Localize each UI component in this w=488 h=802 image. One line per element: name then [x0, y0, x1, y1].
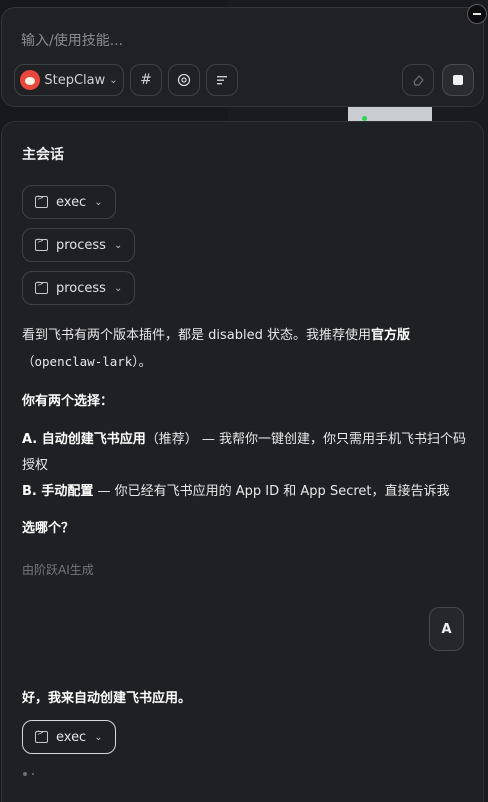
tool-call-exec-active[interactable]: exec ⌄: [22, 720, 116, 754]
stepclaw-avatar-icon: [20, 70, 41, 90]
typing-dot: [32, 773, 34, 775]
option-b-desc: — 你已经有飞书应用的 App ID 和 App Secret，直接告诉我: [93, 484, 450, 499]
input-toolbar: StepClaw ⌄ #: [14, 64, 238, 96]
choices-heading-text: 你有两个选择：: [22, 394, 114, 409]
option-b-label: B. 手动配置: [22, 484, 94, 499]
question-text: 选哪个？: [22, 521, 75, 536]
input-actions: [402, 64, 474, 96]
paragraph-bold: 官方版: [370, 328, 410, 343]
typing-dot: [23, 772, 27, 776]
close-icon[interactable]: [467, 4, 487, 24]
session-title: 主会话: [22, 147, 64, 163]
hash-button[interactable]: #: [130, 64, 162, 96]
terminal-icon: [35, 279, 48, 294]
input-panel: 输入/使用技能... StepClaw ⌄ #: [1, 7, 484, 107]
stop-icon: [453, 75, 463, 85]
assistant-reply-text: 好，我来自动创建飞书应用。: [22, 691, 192, 706]
model-label: StepClaw: [44, 72, 106, 88]
tool-call-label: exec: [56, 194, 87, 210]
chevron-down-icon: ⌄: [113, 282, 123, 294]
option-b: B. 手动配置 — 你已经有飞书应用的 App ID 和 App Secret，…: [22, 479, 472, 505]
paragraph-text: 看到飞书有两个版本插件，都是 disabled 状态。我推荐使用: [22, 328, 371, 343]
option-a-note: （推荐）: [145, 432, 198, 447]
tool-call-label: process: [56, 280, 106, 296]
hash-icon: #: [140, 72, 152, 88]
generated-by-label: 由阶跃AI生成: [22, 563, 94, 577]
model-selector[interactable]: StepClaw ⌄: [14, 64, 124, 96]
terminal-icon: [35, 236, 48, 251]
tool-call-process[interactable]: process ⌄: [22, 271, 136, 305]
terminal-icon: [35, 193, 48, 208]
stop-button[interactable]: [442, 64, 474, 96]
eraser-icon: [413, 75, 424, 86]
message-input[interactable]: 输入/使用技能...: [21, 30, 123, 50]
tool-call-label: exec: [56, 729, 87, 745]
assistant-reply: 好，我来自动创建飞书应用。: [22, 686, 472, 712]
chevron-down-icon: ⌄: [109, 74, 118, 86]
assistant-paragraph: 看到飞书有两个版本插件，都是 disabled 状态。我推荐使用官方版 （ope…: [22, 323, 472, 376]
tool-call-label: process: [56, 237, 106, 253]
option-a-label: A. 自动创建飞书应用: [22, 432, 146, 447]
settings-icon: [177, 73, 191, 87]
paragraph-tail: 。: [138, 355, 152, 370]
plugin-code: （openclaw-lark）: [22, 354, 139, 369]
terminal-icon: [35, 728, 48, 743]
clear-button[interactable]: [402, 64, 434, 96]
chevron-down-icon: ⌄: [113, 239, 123, 251]
chevron-down-icon: ⌄: [94, 731, 103, 743]
list-button[interactable]: [206, 64, 238, 96]
chat-panel: 主会话 exec ⌄ process ⌄ process ⌄ 看到飞书有两个版本…: [1, 121, 484, 802]
typing-indicator: [23, 772, 34, 776]
question: 选哪个？: [22, 516, 472, 542]
chevron-down-icon: ⌄: [94, 196, 103, 208]
user-message-text: A: [441, 621, 452, 637]
user-message: A: [429, 607, 464, 651]
list-icon: [217, 76, 227, 85]
tool-call-process[interactable]: process ⌄: [22, 228, 136, 262]
tool-call-exec[interactable]: exec ⌄: [22, 185, 116, 219]
choices-heading: 你有两个选择：: [22, 389, 472, 415]
settings-button[interactable]: [168, 64, 200, 96]
option-a: A. 自动创建飞书应用（推荐） — 我帮你一键创建，你只需用手机飞书扫个码授权: [22, 427, 472, 479]
